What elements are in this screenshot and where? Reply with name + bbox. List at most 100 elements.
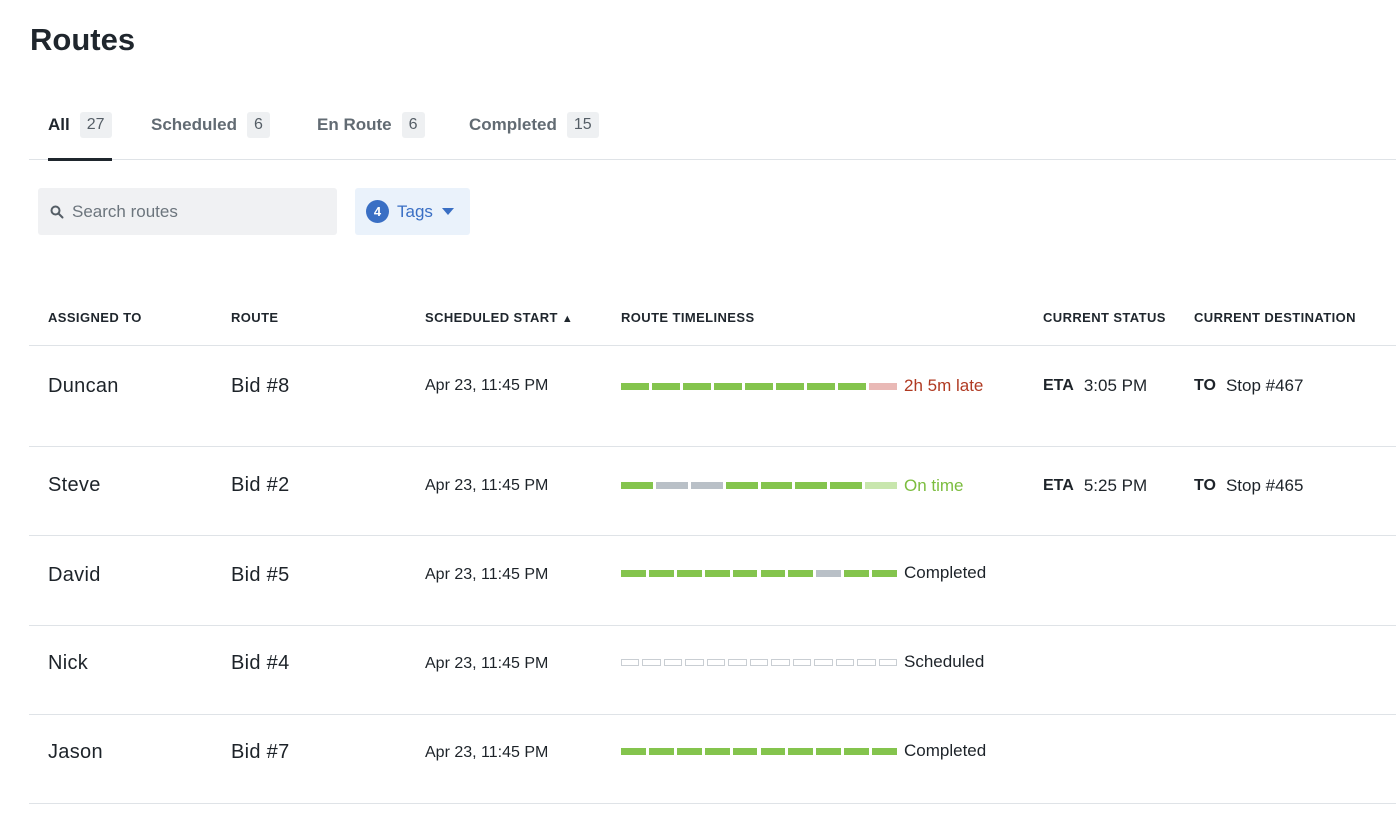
column-header-route-timeliness[interactable]: ROUTE TIMELINESS [621,310,755,325]
scheduled-start: Apr 23, 11:45 PM [425,655,549,672]
route-timeliness: Scheduled [621,626,984,698]
timeliness-label: 2h 5m late [904,376,984,395]
tab-scheduled[interactable]: Scheduled 6 [151,92,270,160]
current-status: ETA 3:05 PM [1043,346,1147,426]
table-row[interactable]: Nick Bid #4 Apr 23, 11:45 PM Scheduled [29,626,1396,715]
timeline-segment [792,658,812,666]
tab-label: Completed [469,115,557,134]
timeline-segment [878,658,897,666]
table-row[interactable]: Steve Bid #2 Apr 23, 11:45 PM On time ET… [29,447,1396,536]
current-destination: TO Stop #465 [1194,447,1303,524]
timeline-segment [648,569,674,577]
column-header-assigned-to[interactable]: ASSIGNED TO [48,310,142,325]
tab-label: En Route [317,115,392,134]
assignee-name: Jason [48,740,103,763]
status-tabs: All 27 Scheduled 6 En Route 6 Completed … [29,92,1396,161]
timeliness-bar [621,747,897,755]
timeline-segment [642,658,661,666]
current-destination: TO Stop #467 [1194,346,1303,426]
timeline-segment [648,747,674,755]
route-name: Bid #5 [231,563,290,586]
timeline-segment [788,569,814,577]
timeline-segment [869,382,897,390]
timeline-segment [771,658,790,666]
timeline-segment [652,382,680,390]
destination-value: Stop #467 [1225,376,1304,395]
scheduled-start: Apr 23, 11:45 PM [425,566,549,583]
timeline-segment [706,658,726,666]
timeline-segment [655,482,688,489]
tab-en-route[interactable]: En Route 6 [317,92,425,160]
search-box [38,188,337,235]
timeline-segment [830,482,863,489]
tags-filter-button[interactable]: 4 Tags [355,188,470,235]
table-row[interactable]: David Bid #5 Apr 23, 11:45 PM Completed [29,536,1396,626]
timeline-segment [814,658,833,666]
timeline-segment [621,569,646,577]
timeline-segment [816,747,842,755]
eta-keyword: ETA [1043,476,1074,494]
assignee-name: Steve [48,474,101,496]
timeline-segment [621,482,653,489]
route-timeliness: On time [621,447,964,524]
scheduled-start: Apr 23, 11:45 PM [425,476,549,494]
route-timeliness: Completed [621,715,986,787]
timeline-segment [728,658,747,666]
tab-count-badge: 15 [566,112,599,138]
route-name: Bid #7 [231,740,290,763]
timeline-segment [795,482,828,489]
timeline-segment [676,569,702,577]
table-row[interactable]: Jason Bid #7 Apr 23, 11:45 PM Completed [29,715,1396,804]
column-header-scheduled-start[interactable]: SCHEDULED START ▲ [425,310,573,325]
timeline-segment [844,747,870,755]
assignee-name: Duncan [48,374,119,397]
route-name: Bid #4 [231,651,290,674]
to-keyword: TO [1194,377,1216,394]
timeline-segment [683,382,711,390]
assignee-name: David [48,563,101,586]
timeliness-bar [621,482,897,489]
route-name: Bid #8 [231,374,290,397]
timeline-segment [745,382,773,390]
timeline-segment [844,569,870,577]
destination-value: Stop #465 [1225,475,1304,495]
timeline-segment [816,569,842,577]
timeline-segment [690,482,723,489]
timeline-segment [725,482,758,489]
table-row[interactable]: Duncan Bid #8 Apr 23, 11:45 PM 2h 5m lat… [29,346,1396,447]
timeline-segment [788,747,814,755]
column-header-label: SCHEDULED START [425,310,558,325]
timeline-segment [732,747,758,755]
current-status: ETA 5:25 PM [1043,447,1147,524]
timeline-segment [621,747,646,755]
tab-all[interactable]: All 27 [48,92,112,161]
timeline-segment [663,658,683,666]
timeline-segment [857,658,876,666]
timeline-segment [872,747,897,755]
tab-completed[interactable]: Completed 15 [469,92,599,160]
tab-count-badge: 27 [79,112,112,138]
timeline-segment [704,747,730,755]
eta-keyword: ETA [1043,377,1074,394]
route-timeliness: 2h 5m late [621,346,983,426]
timeline-segment [865,482,897,489]
tags-label: Tags [397,201,433,221]
column-header-current-destination[interactable]: CURRENT DESTINATION [1194,310,1356,325]
search-input[interactable] [72,201,322,222]
scheduled-start: Apr 23, 11:45 PM [425,744,549,761]
column-header-route[interactable]: ROUTE [231,310,279,325]
timeline-segment [621,658,640,666]
timeline-segment [760,747,786,755]
timeliness-label: Completed [904,741,987,760]
scheduled-start: Apr 23, 11:45 PM [425,377,549,394]
page-title: Routes [30,22,136,57]
tab-label: Scheduled [151,115,237,134]
assignee-name: Nick [48,651,89,674]
timeline-segment [835,658,855,666]
eta-value: 3:05 PM [1083,376,1148,395]
timeline-segment [676,747,702,755]
caret-down-icon [441,208,454,215]
column-header-current-status[interactable]: CURRENT STATUS [1043,310,1166,325]
tab-label: All [48,115,70,134]
timeline-segment [749,658,769,666]
